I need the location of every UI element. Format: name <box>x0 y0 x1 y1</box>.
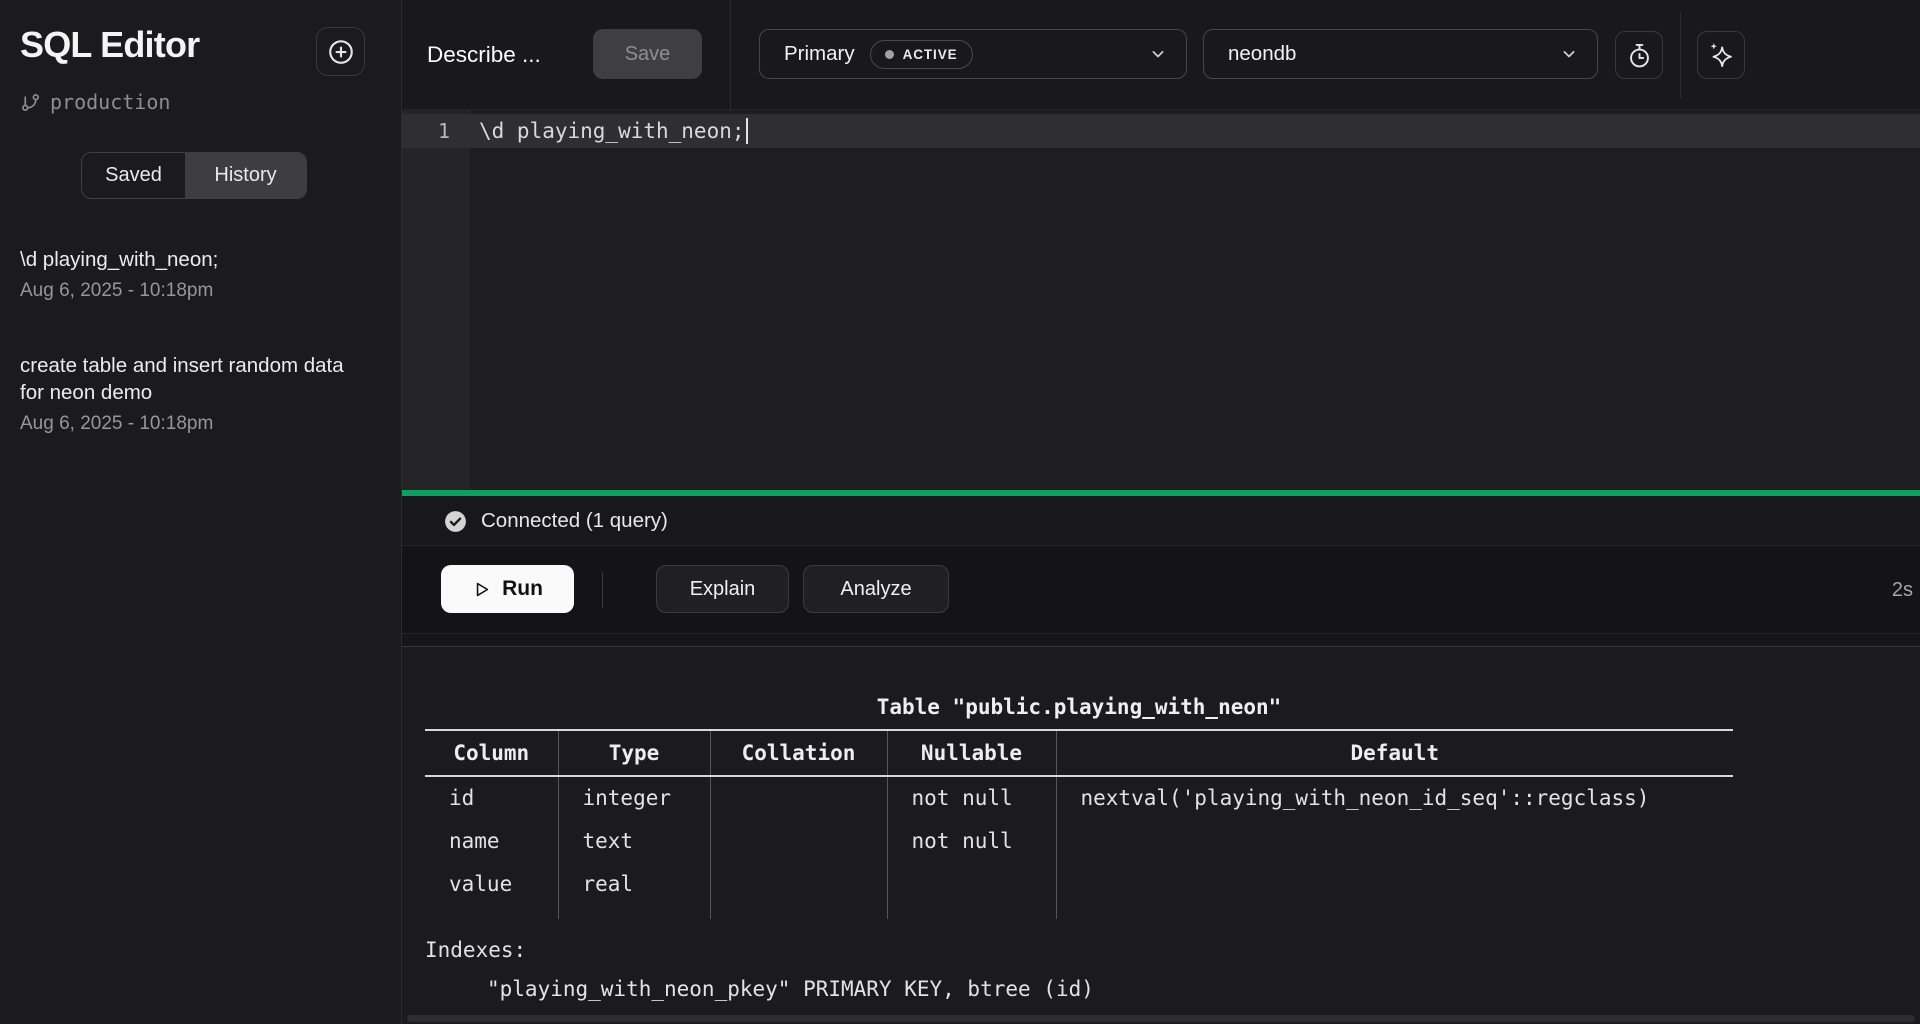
topbar-divider <box>730 0 731 110</box>
toolbar-divider <box>602 572 603 608</box>
table-row-spacer <box>425 905 1733 919</box>
history-item-timestamp: Aug 6, 2025 - 10:18pm <box>20 280 372 302</box>
main-panel: Describe ... Save Primary ACTIVE neondb <box>402 0 1920 1024</box>
sql-code-editor[interactable]: 1 \d playing_with_neon; <box>402 110 1920 490</box>
history-item[interactable]: create table and insert random data for … <box>20 352 372 435</box>
indexes-label: Indexes: <box>425 931 1094 970</box>
history-item-title: \d playing_with_neon; <box>20 246 372 273</box>
git-branch-icon <box>20 92 41 113</box>
branch-name: production <box>50 90 170 114</box>
sparkles-icon <box>1707 41 1735 69</box>
results-output: Table "public.playing_with_neon" Column … <box>402 647 1920 1024</box>
database-selector[interactable]: neondb <box>1203 29 1598 79</box>
query-title[interactable]: Describe ... <box>427 0 541 110</box>
active-dot-icon <box>885 50 894 59</box>
editor-active-line: 1 \d playing_with_neon; <box>402 114 1920 148</box>
page-title: SQL Editor <box>20 24 199 66</box>
table-cell <box>887 862 1056 905</box>
table-cell <box>710 819 887 862</box>
column-header: Collation <box>710 730 887 776</box>
text-cursor <box>746 118 748 144</box>
tab-history[interactable]: History <box>185 153 306 198</box>
query-history-button[interactable] <box>1615 31 1663 79</box>
table-cell: not null <box>887 819 1056 862</box>
history-item-timestamp: Aug 6, 2025 - 10:18pm <box>20 413 372 435</box>
table-cell: nextval('playing_with_neon_id_seq'::regc… <box>1056 776 1733 819</box>
indexes-section: Indexes: "playing_with_neon_pkey" PRIMAR… <box>425 931 1094 1009</box>
sidebar: SQL Editor production Saved History \d p… <box>0 0 402 1024</box>
column-header: Type <box>558 730 710 776</box>
index-entry: "playing_with_neon_pkey" PRIMARY KEY, bt… <box>425 970 1094 1009</box>
play-icon <box>472 580 491 599</box>
table-cell: value <box>425 862 558 905</box>
column-header: Nullable <box>887 730 1056 776</box>
table-cell <box>710 776 887 819</box>
table-row: id integer not null nextval('playing_wit… <box>425 776 1733 819</box>
column-header: Default <box>1056 730 1733 776</box>
line-number: 1 <box>402 119 470 143</box>
tab-saved[interactable]: Saved <box>82 153 185 198</box>
status-badge: ACTIVE <box>870 40 973 69</box>
history-item[interactable]: \d playing_with_neon; Aug 6, 2025 - 10:1… <box>20 246 372 302</box>
chevron-down-icon <box>1559 44 1579 64</box>
explain-button[interactable]: Explain <box>656 565 789 613</box>
code-line: \d playing_with_neon; <box>470 118 748 144</box>
column-header: Column <box>425 730 558 776</box>
branch-selector[interactable]: Primary ACTIVE <box>759 29 1187 79</box>
ai-assist-button[interactable] <box>1697 31 1745 79</box>
table-cell: text <box>558 819 710 862</box>
table-row: value real <box>425 862 1733 905</box>
chevron-down-icon <box>1148 44 1168 64</box>
table-cell <box>1056 819 1733 862</box>
branch-selector-value: Primary <box>784 42 855 66</box>
run-button[interactable]: Run <box>441 565 574 613</box>
history-item-title: create table and insert random data for … <box>20 352 372 406</box>
topbar-divider <box>1680 12 1681 98</box>
query-duration: 2s <box>1892 546 1913 634</box>
circle-plus-icon <box>326 37 356 67</box>
new-query-button[interactable] <box>316 27 365 76</box>
line-number-gutter <box>402 110 470 490</box>
table-cell <box>1056 862 1733 905</box>
table-cell: integer <box>558 776 710 819</box>
results-top-border <box>402 634 1920 647</box>
editor-topbar: Describe ... Save Primary ACTIVE neondb <box>402 0 1920 110</box>
connection-statusbar: Connected (1 query) <box>402 496 1920 546</box>
connection-status-text: Connected (1 query) <box>481 509 668 533</box>
saved-history-tabs: Saved History <box>81 152 307 199</box>
describe-table: Column Type Collation Nullable Default i… <box>425 729 1733 919</box>
database-selector-value: neondb <box>1228 42 1296 66</box>
table-row: name text not null <box>425 819 1733 862</box>
save-button[interactable]: Save <box>593 29 702 79</box>
table-cell: id <box>425 776 558 819</box>
table-cell: name <box>425 819 558 862</box>
status-badge-label: ACTIVE <box>903 47 958 62</box>
results-table-title: Table "public.playing_with_neon" <box>425 695 1733 719</box>
table-cell: real <box>558 862 710 905</box>
table-cell: not null <box>887 776 1056 819</box>
branch-indicator: production <box>20 90 170 114</box>
horizontal-scrollbar[interactable] <box>407 1015 1915 1022</box>
query-toolbar: Run Explain Analyze 2s <box>402 546 1920 634</box>
check-circle-icon <box>443 509 468 534</box>
table-cell <box>710 862 887 905</box>
analyze-button[interactable]: Analyze <box>803 565 949 613</box>
stopwatch-icon <box>1626 42 1653 69</box>
table-header-row: Column Type Collation Nullable Default <box>425 730 1733 776</box>
neon-sql-editor-screen: SQL Editor production Saved History \d p… <box>0 0 1920 1024</box>
